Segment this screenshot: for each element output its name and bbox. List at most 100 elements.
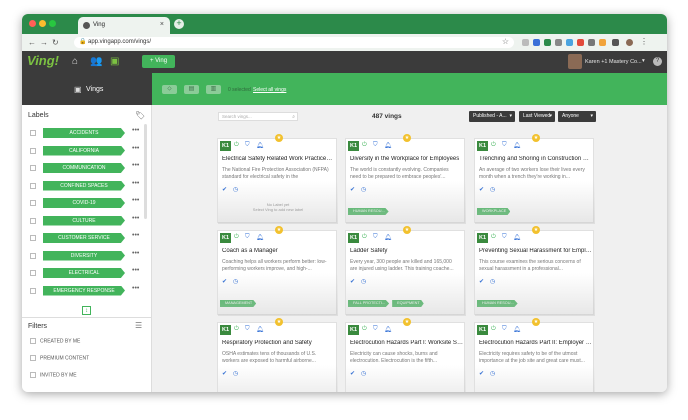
filter-row[interactable]: PREMIUM CONTENT <box>30 355 89 361</box>
card-title[interactable]: Ladder Safety <box>350 248 463 254</box>
close-window-button[interactable] <box>29 20 36 27</box>
label-tag[interactable]: COVID-19 <box>43 198 125 208</box>
power-icon[interactable]: ⏻ <box>362 142 367 149</box>
new-ving-button[interactable]: + Ving <box>142 55 175 68</box>
extension-icon[interactable] <box>588 39 595 46</box>
bell-icon[interactable]: 🔔︎ <box>513 142 521 149</box>
select-all-link[interactable]: Select all vings <box>253 87 286 93</box>
more-options-icon[interactable]: ••• <box>132 215 139 222</box>
ving-card[interactable]: K1 ⏻ ⛉ 🔔︎ ★ Trenching and Shoring in Construc… <box>474 134 595 224</box>
bell-icon[interactable]: 🔔︎ <box>513 234 521 241</box>
ving-card[interactable]: K1 ⏻ ⛉ 🔔︎ ★ Electrocution Hazards Part II: Em… <box>474 318 595 392</box>
ving-card[interactable]: K1 ⏻ ⛉ 🔔︎ ★ Electrical Safety Related Work Pr… <box>217 134 338 224</box>
card-title[interactable]: Respiratory Protection and Safety <box>222 340 335 346</box>
minimize-window-button[interactable] <box>39 20 46 27</box>
extension-icon[interactable] <box>533 39 540 46</box>
label-tag[interactable]: CULTURE <box>43 215 125 226</box>
forward-arrow-icon[interactable]: → <box>40 38 48 47</box>
label-checkbox[interactable] <box>30 252 36 259</box>
ving-card[interactable]: K1 ⏻ ⛉ 🔔︎ ★ Preventing Sexual Harassment for … <box>474 226 595 316</box>
shield-icon[interactable]: ⛉ <box>373 234 378 241</box>
label-tag[interactable]: EMERGENCY RESPONSE <box>43 285 125 296</box>
power-icon[interactable]: ⏻ <box>491 142 496 149</box>
more-options-icon[interactable]: ••• <box>132 267 139 274</box>
label-row[interactable]: CUSTOMER SERVICE ••• <box>22 231 146 246</box>
ving-card[interactable]: K1 ⏻ ⛉ 🔔︎ ★ Ladder Safety Every year, 300 peop… <box>345 226 466 316</box>
filter-row[interactable]: CREATED BY ME <box>30 338 80 344</box>
label-row[interactable]: ACCIDENTS ••• <box>22 126 146 141</box>
shield-icon[interactable]: ⛉ <box>502 234 507 241</box>
bell-icon[interactable]: 🔔︎ <box>384 234 392 241</box>
ving-card[interactable]: K1 ⏻ ⛉ 🔔︎ ★ Electrocution Hazards Part I: Wor… <box>345 318 466 392</box>
ving-logo[interactable]: Ving! <box>27 53 59 68</box>
label-checkbox[interactable] <box>30 147 36 154</box>
avatar[interactable] <box>568 54 582 69</box>
tab-close-button[interactable]: × <box>160 21 164 28</box>
filter-checkbox[interactable] <box>30 372 36 378</box>
bell-icon[interactable]: 🔔︎ <box>256 234 264 241</box>
more-options-icon[interactable]: ••• <box>132 145 139 152</box>
power-icon[interactable]: ⏻ <box>234 142 239 149</box>
bell-icon[interactable]: 🔔︎ <box>384 326 392 333</box>
url-field[interactable]: 🔒 app.vingapp.com/vings/ ☆ <box>74 37 514 48</box>
power-icon[interactable]: ⏻ <box>362 326 367 333</box>
home-icon[interactable]: ⌂ <box>72 56 78 67</box>
extensions-puzzle-icon[interactable] <box>612 39 619 46</box>
label-checkbox[interactable] <box>30 270 36 276</box>
maximize-window-button[interactable] <box>49 20 56 27</box>
label-tag[interactable]: ACCIDENTS <box>43 128 125 138</box>
bell-icon[interactable]: 🔔︎ <box>256 142 264 149</box>
label-row[interactable]: DIVERSITY ••• <box>22 249 146 264</box>
ving-card[interactable]: K1 ⏻ ⛉ 🔔︎ ★ Diversity in the Workplace for Em… <box>345 134 466 224</box>
power-icon[interactable]: ⏻ <box>362 234 367 241</box>
card-title[interactable]: Diversity in the Workplace for Employees <box>350 156 463 162</box>
label-tag[interactable]: CONFINED SPACES <box>43 180 125 191</box>
power-icon[interactable]: ⏻ <box>491 326 496 333</box>
extension-icon[interactable] <box>522 39 529 46</box>
shield-icon[interactable]: ⛉ <box>373 142 378 149</box>
ving-card[interactable]: K1 ⏻ ⛉ 🔔︎ ★ Respiratory Protection and Safety… <box>217 318 338 392</box>
label-checkbox[interactable] <box>30 182 36 189</box>
browser-menu-icon[interactable]: ⋮ <box>640 37 648 46</box>
owner-dropdown[interactable]: Anyone ▾ <box>558 111 596 122</box>
label-row[interactable]: CALIFORNIA ••• <box>22 144 146 159</box>
label-checkbox[interactable] <box>30 130 36 136</box>
expand-labels-icon[interactable]: ↕ <box>82 306 91 315</box>
delete-icon[interactable]: ▥ <box>206 85 221 94</box>
label-checkbox[interactable] <box>30 217 36 224</box>
more-options-icon[interactable]: ••• <box>132 127 139 134</box>
label-row[interactable]: EMERGENCY RESPONSE ••• <box>22 284 146 299</box>
profile-avatar-icon[interactable] <box>626 39 633 46</box>
card-title[interactable]: Trenching and Shoring in Construction En… <box>479 156 592 162</box>
label-row[interactable]: CONFINED SPACES ••• <box>22 179 146 194</box>
more-options-icon[interactable]: ••• <box>132 197 139 204</box>
label-tag[interactable]: ELECTRICAL <box>43 268 125 278</box>
browser-tab[interactable]: Ving × <box>78 17 170 34</box>
extension-icon[interactable] <box>555 39 562 46</box>
card-title[interactable]: Electrical Safety Related Work Practices… <box>222 156 335 162</box>
card-title[interactable]: Coach as a Manager <box>222 248 335 254</box>
shield-icon[interactable]: ⛉ <box>245 234 250 241</box>
shield-icon[interactable]: ⛉ <box>245 326 250 333</box>
bell-icon[interactable]: 🔔︎ <box>513 326 521 333</box>
label-checkbox[interactable] <box>30 200 36 206</box>
label-tag[interactable]: COMMUNICATION <box>43 163 125 173</box>
label-tag-icon[interactable]: ⬦ <box>162 85 177 94</box>
reload-icon[interactable]: ↻ <box>52 38 59 47</box>
filter-checkbox[interactable] <box>30 338 36 344</box>
card-title[interactable]: Electrocution Hazards Part I: Worksite S… <box>350 340 463 346</box>
labels-scrollbar[interactable] <box>144 124 147 219</box>
vings-icon[interactable]: ▣ <box>110 56 119 67</box>
shield-icon[interactable]: ⛉ <box>245 142 250 149</box>
chevron-down-icon[interactable]: ▾ <box>642 58 645 64</box>
more-options-icon[interactable]: ••• <box>132 180 139 187</box>
label-checkbox[interactable] <box>30 235 36 241</box>
bell-icon[interactable]: 🔔︎ <box>256 326 264 333</box>
label-row[interactable]: ELECTRICAL ••• <box>22 266 146 281</box>
filter-checkbox[interactable] <box>30 355 36 361</box>
extension-icon[interactable] <box>599 39 606 46</box>
power-icon[interactable]: ⏻ <box>234 234 239 241</box>
filter-row[interactable]: INVITED BY ME <box>30 372 77 378</box>
bookmark-star-icon[interactable]: ☆ <box>502 37 509 46</box>
label-tag[interactable]: CUSTOMER SERVICE <box>43 233 125 243</box>
